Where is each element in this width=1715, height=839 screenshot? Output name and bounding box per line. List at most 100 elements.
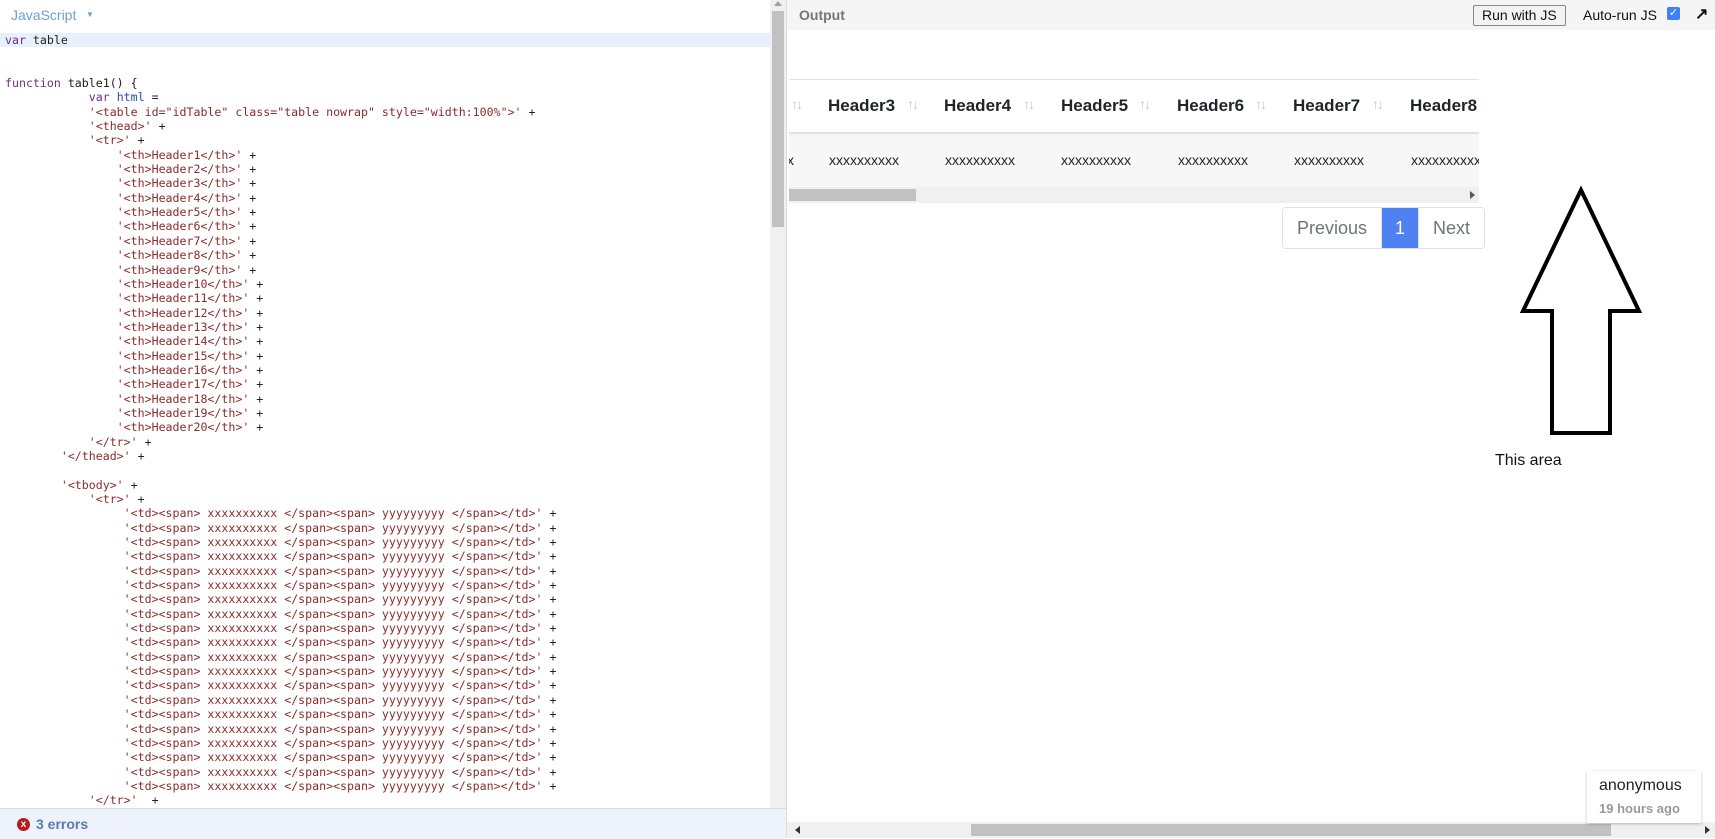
code-line[interactable]: '<td><span> xxxxxxxxxx </span><span> yyy… bbox=[0, 765, 770, 779]
code-token: '<tr>' bbox=[89, 492, 131, 506]
code-token: '<td><span> xxxxxxxxxx </span><span> yyy… bbox=[124, 621, 543, 635]
table-horizontal-scrollbar[interactable] bbox=[789, 187, 1479, 203]
editor-vertical-scrollbar[interactable] bbox=[770, 0, 786, 808]
language-label[interactable]: JavaScript bbox=[11, 7, 76, 23]
code-line[interactable]: '<td><span> xxxxxxxxxx </span><span> yyy… bbox=[0, 736, 770, 750]
code-token: + bbox=[249, 377, 263, 391]
code-line[interactable] bbox=[0, 463, 770, 477]
scroll-right-arrow-icon[interactable] bbox=[1705, 826, 1710, 834]
column-header[interactable]: Header5 bbox=[1061, 96, 1128, 116]
code-area[interactable]: var tablefunction table1() { var html = … bbox=[0, 33, 770, 808]
output-horizontal-scrollbar[interactable] bbox=[787, 822, 1715, 838]
code-line[interactable]: '<th>Header11</th>' + bbox=[0, 291, 770, 305]
code-token: + bbox=[542, 549, 556, 563]
code-line[interactable]: '<tr>' + bbox=[0, 492, 770, 506]
code-line[interactable]: '<th>Header19</th>' + bbox=[0, 406, 770, 420]
code-line[interactable]: '<th>Header12</th>' + bbox=[0, 306, 770, 320]
code-line[interactable] bbox=[0, 62, 770, 76]
code-line[interactable]: '<td><span> xxxxxxxxxx </span><span> yyy… bbox=[0, 621, 770, 635]
code-line[interactable]: '<td><span> xxxxxxxxxx </span><span> yyy… bbox=[0, 535, 770, 549]
code-line[interactable]: function table1() { bbox=[0, 76, 770, 90]
sort-icon[interactable]: ↑↓ bbox=[1372, 96, 1382, 112]
code-line[interactable]: '<th>Header16</th>' + bbox=[0, 363, 770, 377]
code-line[interactable]: '<th>Header5</th>' + bbox=[0, 205, 770, 219]
sort-icon[interactable]: ↑↓ bbox=[791, 96, 801, 112]
code-line[interactable]: '<tbody>' + bbox=[0, 478, 770, 492]
user-name[interactable]: anonymous bbox=[1599, 777, 1682, 795]
code-token: + bbox=[242, 248, 256, 262]
code-line[interactable]: '<th>Header8</th>' + bbox=[0, 248, 770, 262]
code-token: var bbox=[5, 33, 26, 47]
code-line[interactable]: '<td><span> xxxxxxxxxx </span><span> yyy… bbox=[0, 564, 770, 578]
caret-down-icon[interactable]: ▼ bbox=[86, 10, 94, 19]
scrollbar-thumb[interactable] bbox=[772, 11, 784, 227]
code-line[interactable]: '<td><span> xxxxxxxxxx </span><span> yyy… bbox=[0, 707, 770, 721]
code-line[interactable]: '<thead>' + bbox=[0, 119, 770, 133]
code-line[interactable]: '<th>Header10</th>' + bbox=[0, 277, 770, 291]
code-line[interactable]: '<th>Header7</th>' + bbox=[0, 234, 770, 248]
sort-icon[interactable]: ↑↓ bbox=[1255, 96, 1265, 112]
column-header[interactable]: Header4 bbox=[944, 96, 1011, 116]
run-with-js-button[interactable]: Run with JS bbox=[1473, 5, 1566, 26]
code-line[interactable]: '<th>Header15</th>' + bbox=[0, 349, 770, 363]
code-token: + bbox=[138, 793, 159, 807]
code-line[interactable]: '<td><span> xxxxxxxxxx </span><span> yyy… bbox=[0, 750, 770, 764]
column-header[interactable]: Header6 bbox=[1177, 96, 1244, 116]
scroll-up-arrow-icon[interactable] bbox=[774, 1, 782, 6]
code-line[interactable]: '<th>Header6</th>' + bbox=[0, 219, 770, 233]
code-line[interactable]: '<td><span> xxxxxxxxxx </span><span> yyy… bbox=[0, 678, 770, 692]
code-line[interactable]: '<th>Header3</th>' + bbox=[0, 176, 770, 190]
code-line[interactable]: '<th>Header18</th>' + bbox=[0, 392, 770, 406]
code-line[interactable]: '</tr>' + bbox=[0, 793, 770, 807]
popout-arrow-icon[interactable]: ↗ bbox=[1695, 4, 1708, 24]
code-line[interactable]: '</tr>' + bbox=[0, 435, 770, 449]
code-line[interactable]: '<th>Header20</th>' + bbox=[0, 420, 770, 434]
column-header[interactable]: Header7 bbox=[1293, 96, 1360, 116]
code-line[interactable]: '<th>Header1</th>' + bbox=[0, 148, 770, 162]
code-line[interactable]: '<td><span> xxxxxxxxxx </span><span> yyy… bbox=[0, 779, 770, 793]
column-header[interactable]: Header3 bbox=[828, 96, 895, 116]
errors-bar[interactable]: x 3 errors bbox=[0, 808, 786, 839]
code-line[interactable]: '<td><span> xxxxxxxxxx </span><span> yyy… bbox=[0, 549, 770, 563]
code-token: '<th>Header13</th>' bbox=[117, 320, 250, 334]
code-line[interactable]: '<th>Header13</th>' + bbox=[0, 320, 770, 334]
code-line[interactable]: '<td><span> xxxxxxxxxx </span><span> yyy… bbox=[0, 592, 770, 606]
column-header[interactable]: Header8 bbox=[1410, 96, 1477, 116]
code-line[interactable]: '</thead>' + bbox=[0, 449, 770, 463]
page-1-button[interactable]: 1 bbox=[1382, 208, 1418, 248]
code-token: + bbox=[131, 133, 145, 147]
user-card[interactable]: anonymous 19 hours ago bbox=[1587, 771, 1701, 823]
sort-icon[interactable]: ↑↓ bbox=[1023, 96, 1033, 112]
previous-page-button[interactable]: Previous bbox=[1283, 208, 1382, 248]
sort-icon[interactable]: ↑↓ bbox=[907, 96, 917, 112]
code-line[interactable]: '<th>Header17</th>' + bbox=[0, 377, 770, 391]
code-line[interactable]: '<td><span> xxxxxxxxxx </span><span> yyy… bbox=[0, 578, 770, 592]
scrollbar-thumb[interactable] bbox=[971, 824, 1611, 836]
code-line[interactable]: '<td><span> xxxxxxxxxx </span><span> yyy… bbox=[0, 650, 770, 664]
code-line[interactable]: '<td><span> xxxxxxxxxx </span><span> yyy… bbox=[0, 506, 770, 520]
errors-count[interactable]: 3 errors bbox=[36, 816, 88, 832]
sort-icon[interactable]: ↑↓ bbox=[1139, 96, 1149, 112]
autorun-checkbox[interactable]: ✓ bbox=[1667, 7, 1680, 20]
code-line[interactable]: var html = bbox=[0, 90, 770, 104]
code-line[interactable]: '<tr>' + bbox=[0, 133, 770, 147]
code-line[interactable]: '<td><span> xxxxxxxxxx </span><span> yyy… bbox=[0, 607, 770, 621]
code-line[interactable]: '<th>Header2</th>' + bbox=[0, 162, 770, 176]
code-line[interactable]: var table bbox=[0, 33, 770, 47]
code-line[interactable]: '<th>Header9</th>' + bbox=[0, 263, 770, 277]
code-line[interactable]: '<td><span> xxxxxxxxxx </span><span> yyy… bbox=[0, 722, 770, 736]
scroll-left-arrow-icon[interactable] bbox=[795, 826, 800, 834]
next-page-button[interactable]: Next bbox=[1418, 208, 1484, 248]
code-token: '<th>Header1</th>' bbox=[117, 148, 243, 162]
code-line[interactable]: '<th>Header14</th>' + bbox=[0, 334, 770, 348]
scrollbar-thumb[interactable] bbox=[789, 189, 916, 201]
code-line[interactable] bbox=[0, 47, 770, 61]
code-line[interactable]: '<td><span> xxxxxxxxxx </span><span> yyy… bbox=[0, 664, 770, 678]
code-line[interactable]: '<td><span> xxxxxxxxxx </span><span> yyy… bbox=[0, 521, 770, 535]
code-line[interactable]: '<td><span> xxxxxxxxxx </span><span> yyy… bbox=[0, 693, 770, 707]
language-selector[interactable]: JavaScript ▼ bbox=[0, 0, 770, 30]
scroll-right-arrow-icon[interactable] bbox=[1470, 191, 1475, 199]
code-line[interactable]: '<th>Header4</th>' + bbox=[0, 191, 770, 205]
code-line[interactable]: '<table id="idTable" class="table nowrap… bbox=[0, 105, 770, 119]
code-line[interactable]: '<td><span> xxxxxxxxxx </span><span> yyy… bbox=[0, 635, 770, 649]
